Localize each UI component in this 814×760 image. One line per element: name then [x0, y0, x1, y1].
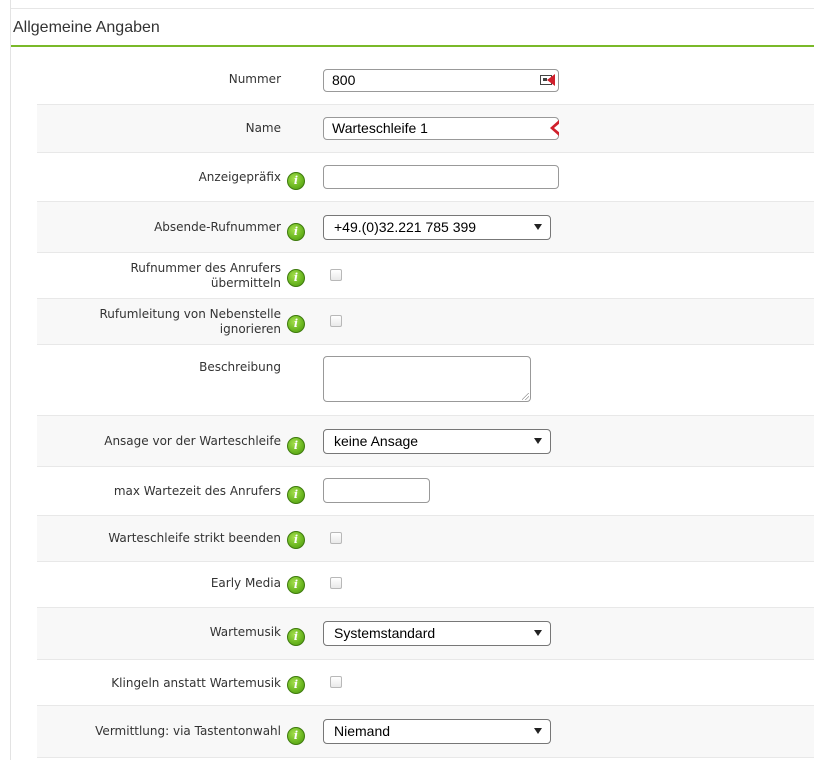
rufnummer-anrufer-label: Rufnummer des Anrufers übermitteln	[130, 261, 281, 291]
general-settings-panel: Allgemeine Angaben Nummer 800 Name Warte…	[10, 0, 814, 760]
nummer-input[interactable]: 800	[323, 69, 559, 92]
max-wartezeit-input[interactable]	[323, 478, 430, 503]
wartemusik-value: Systemstandard	[334, 625, 436, 641]
vermittlung-select[interactable]: Niemand	[323, 719, 551, 744]
ansage-select[interactable]: keine Ansage	[323, 429, 551, 454]
row-absende-rufnummer: Absende-Rufnummer i +49.(0)32.221 785 39…	[37, 202, 814, 253]
anzeigepraefix-input[interactable]	[323, 165, 559, 189]
anzeigepraefix-label: Anzeigepräfix	[198, 170, 281, 184]
info-icon[interactable]: i	[287, 628, 305, 646]
dropdown-arrow-icon	[534, 630, 542, 636]
klingeln-checkbox[interactable]	[330, 676, 342, 688]
panel-title: Allgemeine Angaben	[13, 19, 160, 36]
wartemusik-select[interactable]: Systemstandard	[323, 621, 551, 646]
row-early-media: Early Media i	[37, 562, 814, 608]
klingeln-label: Klingeln anstatt Wartemusik	[111, 676, 281, 690]
info-icon[interactable]: i	[287, 269, 305, 287]
nummer-label: Nummer	[228, 72, 281, 86]
absende-rufnummer-value: +49.(0)32.221 785 399	[334, 219, 477, 235]
rufnummer-anrufer-label-line1: Rufnummer des Anrufers	[130, 261, 281, 275]
strikt-beenden-checkbox[interactable]	[330, 532, 342, 544]
info-icon[interactable]: i	[287, 576, 305, 594]
rufumleitung-checkbox[interactable]	[330, 315, 342, 327]
vermittlung-value: Niemand	[334, 723, 391, 739]
name-value: Warteschleife 1	[332, 120, 428, 136]
row-rufumleitung: Rufumleitung von Nebenstelle ignorieren …	[37, 299, 814, 345]
row-klingeln: Klingeln anstatt Wartemusik i	[37, 660, 814, 706]
vermittlung-label: Vermittlung: via Tastentonwahl	[95, 724, 281, 738]
resize-grip-icon[interactable]	[522, 393, 529, 400]
row-anzeigepraefix: Anzeigepräfix i	[37, 153, 814, 202]
strikt-beenden-label: Warteschleife strikt beenden	[108, 531, 281, 545]
nummer-value: 800	[332, 72, 356, 88]
info-icon[interactable]: i	[287, 486, 305, 504]
dropdown-arrow-icon	[534, 438, 542, 444]
dropdown-arrow-icon	[534, 728, 542, 734]
settings-form: Nummer 800 Name Warteschleife 1 Anzeigep…	[37, 57, 814, 758]
row-max-wartezeit: max Wartezeit des Anrufers i	[37, 467, 814, 516]
info-icon[interactable]: i	[287, 727, 305, 745]
ansage-label: Ansage vor der Warteschleife	[104, 434, 281, 448]
rufnummer-anrufer-checkbox[interactable]	[330, 269, 342, 281]
absende-rufnummer-select[interactable]: +49.(0)32.221 785 399	[323, 215, 551, 240]
rufnummer-anrufer-label-line2: übermitteln	[210, 276, 281, 290]
name-label: Name	[245, 121, 281, 135]
early-media-label: Early Media	[210, 576, 281, 590]
required-marker-icon	[548, 120, 560, 137]
row-wartemusik: Wartemusik i Systemstandard	[37, 608, 814, 660]
beschreibung-label: Beschreibung	[199, 360, 281, 374]
info-icon[interactable]: i	[287, 437, 305, 455]
absende-rufnummer-label: Absende-Rufnummer	[154, 220, 281, 234]
info-icon[interactable]: i	[287, 315, 305, 333]
rufumleitung-label-line2: ignorieren	[219, 322, 281, 336]
rufumleitung-label: Rufumleitung von Nebenstelle ignorieren	[99, 307, 281, 337]
info-icon[interactable]: i	[287, 676, 305, 694]
max-wartezeit-label: max Wartezeit des Anrufers	[113, 484, 281, 498]
name-input[interactable]: Warteschleife 1	[323, 117, 560, 140]
beschreibung-textarea[interactable]	[323, 356, 531, 402]
row-vermittlung: Vermittlung: via Tastentonwahl i Niemand	[37, 706, 814, 758]
ansage-value: keine Ansage	[334, 433, 419, 449]
early-media-checkbox[interactable]	[330, 577, 342, 589]
row-rufnummer-anrufer: Rufnummer des Anrufers übermitteln i	[37, 253, 814, 299]
row-strikt-beenden: Warteschleife strikt beenden i	[37, 516, 814, 562]
panel-header: Allgemeine Angaben	[11, 8, 814, 47]
info-icon[interactable]: i	[287, 531, 305, 549]
wartemusik-label: Wartemusik	[209, 625, 281, 639]
row-name: Name Warteschleife 1	[37, 105, 814, 153]
contact-card-icon[interactable]	[540, 74, 556, 87]
dropdown-arrow-icon	[534, 224, 542, 230]
info-icon[interactable]: i	[287, 172, 305, 190]
rufumleitung-label-line1: Rufumleitung von Nebenstelle	[99, 307, 281, 321]
info-icon[interactable]: i	[287, 223, 305, 241]
row-beschreibung: Beschreibung	[37, 345, 814, 416]
row-ansage: Ansage vor der Warteschleife i keine Ans…	[37, 416, 814, 467]
row-nummer: Nummer 800	[37, 57, 814, 105]
